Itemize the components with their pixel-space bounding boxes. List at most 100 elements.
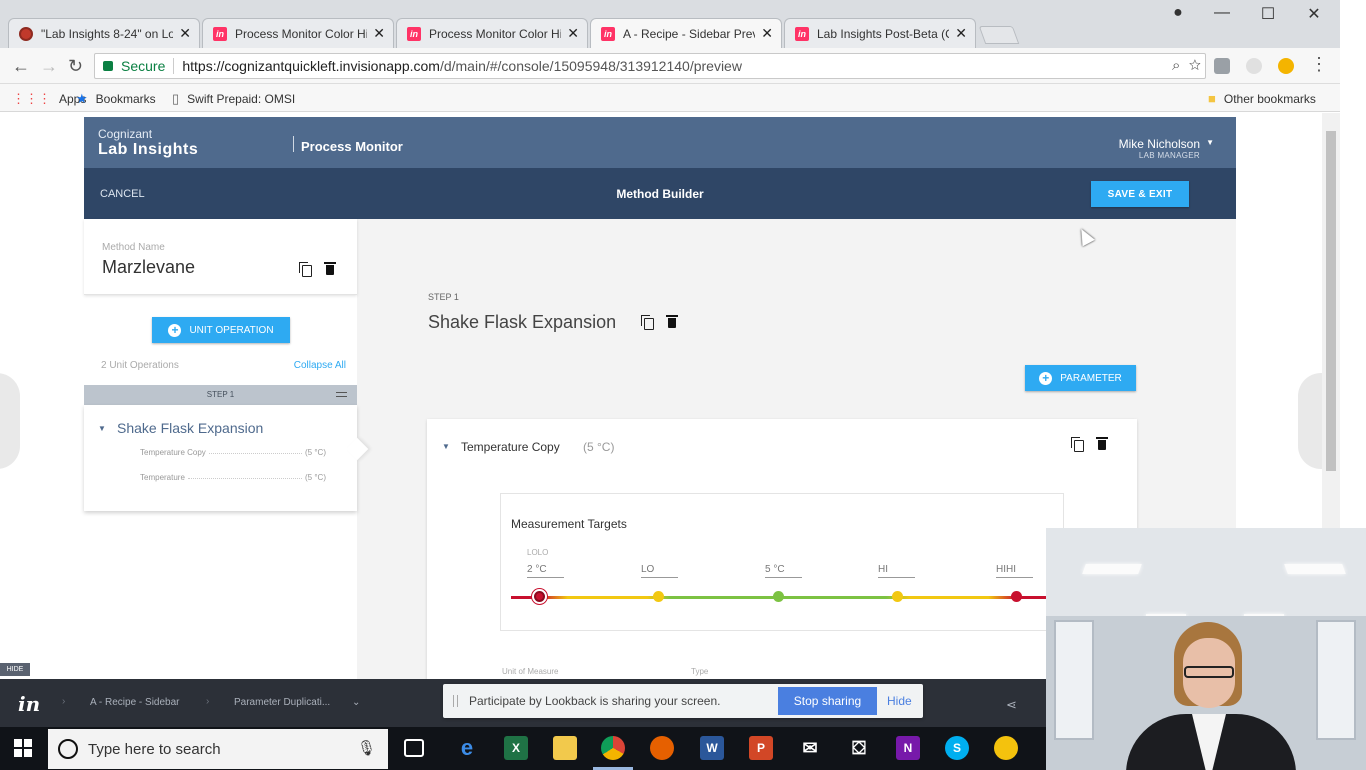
extension-icon[interactable]: [1246, 58, 1262, 74]
onenote-icon[interactable]: N: [896, 736, 920, 760]
app-icon[interactable]: [994, 736, 1018, 760]
page-title: Method Builder: [616, 187, 704, 201]
chrome-icon[interactable]: [601, 736, 625, 760]
target-handle-hi[interactable]: [892, 591, 903, 602]
trash-icon[interactable]: [1096, 437, 1108, 450]
divider: [173, 58, 175, 74]
drag-grip-icon[interactable]: [453, 695, 458, 707]
hide-toolbar-button[interactable]: HIDE: [0, 663, 30, 676]
copy-icon[interactable]: [299, 262, 312, 277]
invision-logo-icon[interactable]: in: [18, 692, 40, 716]
address-bar[interactable]: Secure https://cognizantquickleft.invisi…: [94, 53, 1206, 79]
copy-icon[interactable]: [641, 315, 654, 330]
store-icon[interactable]: ⛋: [847, 736, 871, 760]
minimize-icon[interactable]: —: [1202, 4, 1242, 22]
word-icon[interactable]: W: [700, 736, 724, 760]
target-handle-lo[interactable]: [653, 591, 664, 602]
trash-icon[interactable]: [324, 262, 336, 275]
webcam-video: [1046, 528, 1366, 770]
method-name-value[interactable]: Marzlevane: [102, 257, 195, 278]
step-header: STEP 1: [84, 385, 357, 405]
search-placeholder: Type here to search: [88, 740, 221, 758]
browser-tab[interactable]: "Lab Insights 8-24" on Lo ✕: [8, 18, 200, 48]
chevron-down-icon[interactable]: ▼: [442, 442, 450, 451]
breadcrumb-screen[interactable]: Parameter Duplicati...: [234, 697, 330, 708]
window-close-icon[interactable]: ✕: [1294, 4, 1334, 24]
reload-icon[interactable]: ↻: [68, 56, 83, 77]
close-icon[interactable]: ✕: [761, 25, 773, 42]
task-view-icon[interactable]: [404, 739, 424, 757]
close-icon[interactable]: ✕: [567, 25, 579, 42]
add-unit-operation-button[interactable]: + UNIT OPERATION: [152, 317, 290, 343]
close-icon[interactable]: ✕: [955, 25, 967, 42]
stop-sharing-button[interactable]: Stop sharing: [778, 687, 877, 715]
share-message: Participate by Lookback is sharing your …: [469, 694, 721, 708]
extension-icon[interactable]: [1214, 58, 1230, 74]
browser-tab[interactable]: in Process Monitor Color Hi ✕: [202, 18, 394, 48]
plus-icon: +: [1039, 371, 1053, 385]
target-label-setpoint[interactable]: 5 °C: [765, 564, 802, 578]
target-handle-lolo[interactable]: [534, 591, 545, 602]
file-explorer-icon[interactable]: [553, 736, 577, 760]
method-name-label: Method Name: [102, 242, 165, 253]
bookmark-other[interactable]: ■ Other bookmarks: [1208, 91, 1316, 106]
powerpoint-icon[interactable]: P: [749, 736, 773, 760]
close-icon[interactable]: ✕: [373, 25, 385, 42]
browser-tab[interactable]: in Process Monitor Color Hi ✕: [396, 18, 588, 48]
drag-handle-icon[interactable]: [336, 392, 347, 397]
parameter-name[interactable]: Temperature Copy: [461, 440, 560, 454]
sidebar-param-row[interactable]: Temperature Copy (5 °C): [140, 448, 326, 457]
zoom-icon[interactable]: ⌕: [1172, 57, 1180, 74]
next-screen-button[interactable]: [1298, 373, 1322, 469]
user-name[interactable]: Mike Nicholson: [1119, 137, 1200, 151]
extension-icon[interactable]: [1278, 58, 1294, 74]
chevron-down-icon[interactable]: ⌄: [352, 697, 360, 708]
target-label-hi[interactable]: HI: [878, 564, 915, 578]
firefox-icon[interactable]: [650, 736, 674, 760]
skype-icon[interactable]: S: [945, 736, 969, 760]
step-label: STEP 1: [206, 390, 235, 399]
target-handle-setpoint[interactable]: [773, 591, 784, 602]
chevron-down-icon[interactable]: ▼: [1206, 138, 1214, 147]
maximize-icon[interactable]: ☐: [1248, 4, 1288, 24]
edge-icon[interactable]: e: [455, 735, 479, 760]
hide-notice-button[interactable]: Hide: [887, 694, 912, 708]
excel-icon[interactable]: X: [504, 736, 528, 760]
mail-icon[interactable]: ✉: [798, 736, 822, 760]
lock-icon: [103, 61, 113, 71]
step-name[interactable]: Shake Flask Expansion: [117, 420, 263, 436]
windows-start-icon[interactable]: [14, 739, 32, 757]
target-label-lolo[interactable]: 2 °C: [527, 564, 564, 578]
omnibox-actions: ⌕ ☆: [1172, 57, 1201, 74]
trash-icon[interactable]: [666, 315, 678, 328]
copy-icon[interactable]: [1071, 437, 1084, 452]
profile-icon[interactable]: ●: [1158, 4, 1198, 22]
star-icon[interactable]: ☆: [1189, 57, 1201, 74]
browser-tab[interactable]: in Lab Insights Post-Beta (C ✕: [784, 18, 976, 48]
bookmark-swift[interactable]: ▯ Swift Prepaid: OMSI: [172, 91, 295, 107]
bookmark-bookmarks[interactable]: ★ Bookmarks: [76, 91, 156, 107]
target-label-hihi[interactable]: HIHI: [996, 564, 1033, 578]
add-parameter-button[interactable]: + PARAMETER: [1025, 365, 1136, 391]
step-title[interactable]: Shake Flask Expansion: [428, 312, 616, 333]
chevron-down-icon[interactable]: ▼: [98, 424, 106, 433]
prev-screen-button[interactable]: [0, 373, 20, 469]
scrollbar-thumb[interactable]: [1326, 131, 1336, 471]
target-handle-hihi[interactable]: [1011, 591, 1022, 602]
new-tab-button[interactable]: [978, 26, 1020, 44]
share-icon[interactable]: ⋖: [1006, 697, 1017, 713]
microphone-icon[interactable]: 🎙: [357, 739, 376, 757]
sidebar-param-row[interactable]: Temperature (5 °C): [140, 473, 326, 482]
webcam-window: [1054, 620, 1094, 740]
forward-icon[interactable]: →: [40, 56, 58, 77]
back-icon[interactable]: ←: [12, 56, 30, 77]
breadcrumb-project[interactable]: A - Recipe - Sidebar: [90, 697, 180, 708]
menu-icon[interactable]: ⋮: [1310, 54, 1328, 75]
taskbar-search-input[interactable]: Type here to search 🎙: [48, 729, 388, 769]
browser-tab-strip: "Lab Insights 8-24" on Lo ✕ in Process M…: [0, 0, 1340, 48]
close-icon[interactable]: ✕: [179, 25, 191, 42]
collapse-all-link[interactable]: Collapse All: [294, 360, 346, 371]
save-exit-button[interactable]: SAVE & EXIT: [1091, 181, 1189, 207]
browser-tab-active[interactable]: in A - Recipe - Sidebar Prev ✕: [590, 18, 782, 48]
target-label-lo[interactable]: LO: [641, 564, 678, 578]
